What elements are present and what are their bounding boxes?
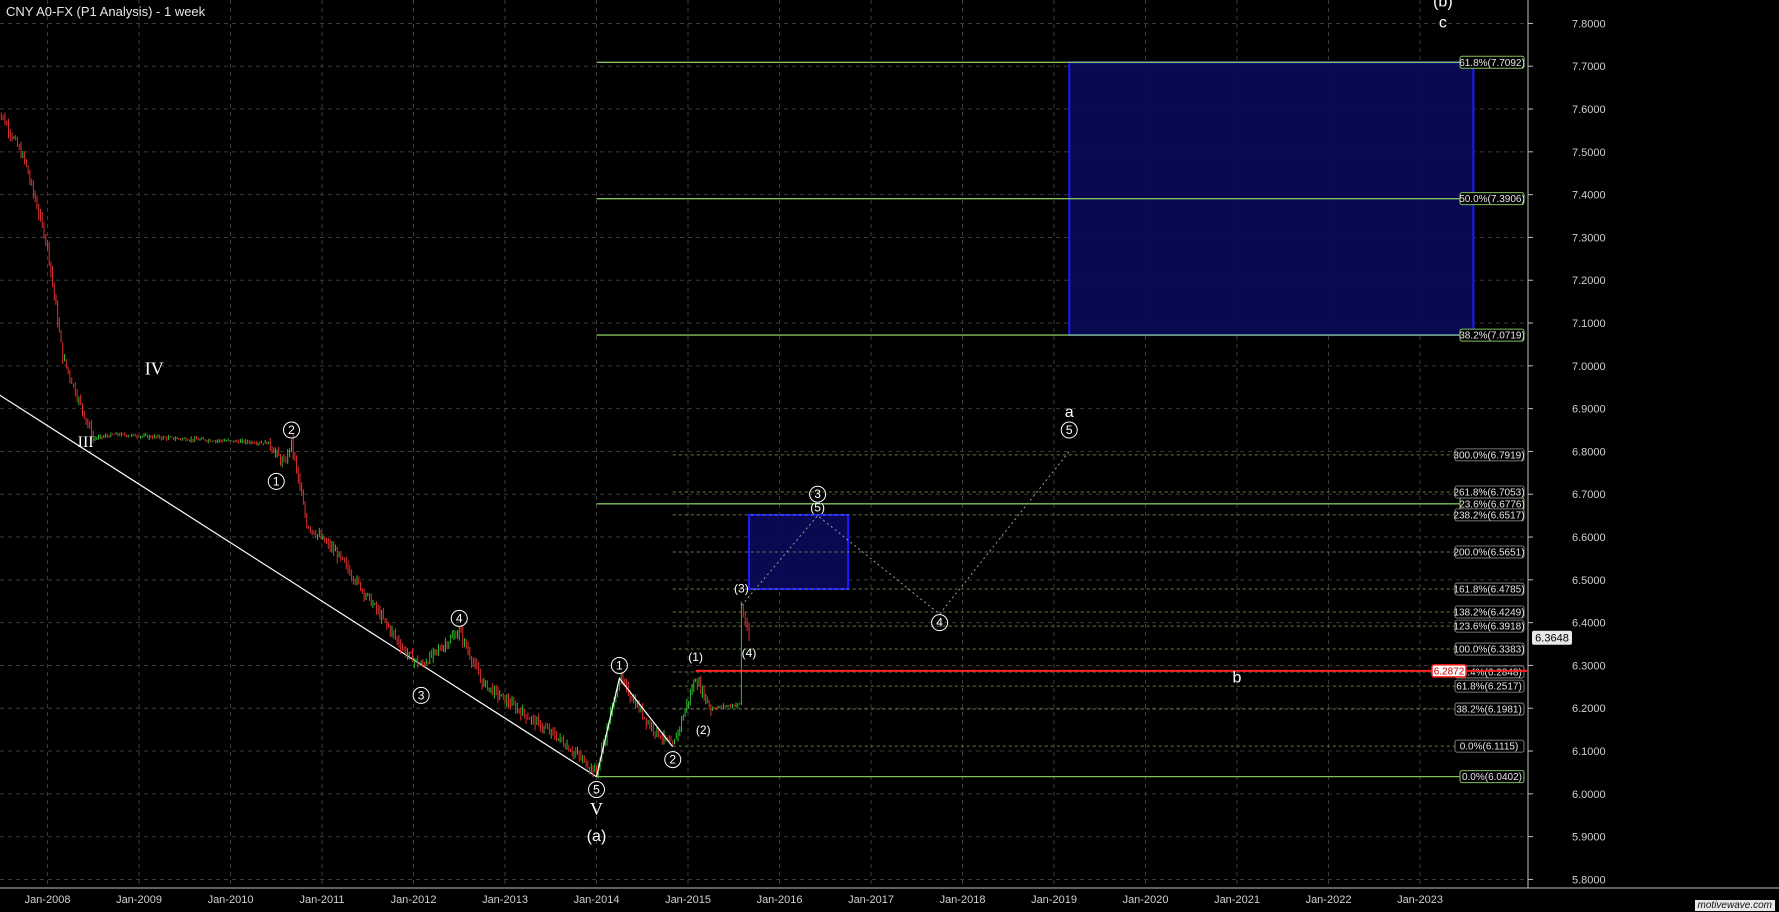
fib-projection-text: 261.8%(6.7053) xyxy=(1453,487,1524,498)
y-tick-label: 6.7000 xyxy=(1572,489,1606,501)
x-tick-label: Jan-2010 xyxy=(208,894,254,906)
wave-label-number: 2 xyxy=(288,423,295,437)
wave-label: IV xyxy=(145,358,164,378)
wave-label-number: 3 xyxy=(814,487,821,501)
wave-label: c xyxy=(1439,15,1447,32)
fib-projection-label: 61.8%(6.2517) xyxy=(1454,679,1525,693)
fib-projection-label: 238.2%(6.6517) xyxy=(1453,508,1525,521)
fib-projection-label: 100.0%(6.3383) xyxy=(1453,642,1525,656)
fib-projection-label: 200.0%(6.5651) xyxy=(1453,545,1525,558)
fib-projection-text: 238.2%(6.6517) xyxy=(1453,510,1524,521)
y-tick-label: 6.9000 xyxy=(1572,404,1606,416)
y-tick-label: 6.0000 xyxy=(1572,789,1606,801)
last-price-text: 6.3648 xyxy=(1535,633,1569,645)
wave-label: b xyxy=(1233,670,1242,687)
y-tick-label: 7.2000 xyxy=(1572,275,1606,287)
fib-level-text: 0.0%(6.0402) xyxy=(1462,772,1522,783)
x-tick-label: Jan-2023 xyxy=(1397,894,1443,906)
y-tick-label: 7.0000 xyxy=(1572,361,1606,373)
y-tick-label: 7.1000 xyxy=(1572,318,1606,330)
y-tick-label: 7.3000 xyxy=(1572,232,1606,244)
wave-label-number: 4 xyxy=(936,616,943,630)
fib-level-label: 61.8%(7.7092) xyxy=(1459,55,1525,69)
y-tick-label: 7.7000 xyxy=(1572,61,1606,73)
fib-projection-text: 300.0%(6.7919) xyxy=(1453,450,1524,461)
current-level-text: 6.2872 xyxy=(1434,666,1465,677)
y-tick-label: 5.8000 xyxy=(1572,874,1606,886)
fib-projection-text: 161.8%(6.4785) xyxy=(1453,585,1524,596)
x-tick-label: Jan-2011 xyxy=(299,894,344,906)
wave-label: (b) xyxy=(1433,0,1453,10)
watermark: motivewave.com xyxy=(1694,900,1775,911)
chart-title: CNY A0-FX (P1 Analysis) - 1 week xyxy=(6,4,206,19)
fib-level-label: 0.0%(6.0402) xyxy=(1459,770,1525,784)
y-tick-label: 6.5000 xyxy=(1572,575,1606,587)
last-price-tag: 6.3648 xyxy=(1532,630,1572,645)
wave-label-number: 2 xyxy=(669,753,676,767)
x-tick-label: Jan-2018 xyxy=(940,894,986,906)
fib-projection-label: 300.0%(6.7919) xyxy=(1453,448,1525,461)
y-tick-label: 6.3000 xyxy=(1572,660,1606,672)
y-tick-label: 6.8000 xyxy=(1572,446,1606,458)
fib-level-text: 50.0%(7.3906) xyxy=(1459,194,1525,205)
wave-label: (a) xyxy=(587,828,607,845)
wave-label: a xyxy=(1065,404,1074,421)
current-level-tag: 6.2872 xyxy=(1431,664,1467,678)
wave-label: III xyxy=(78,434,94,451)
x-tick-label: Jan-2008 xyxy=(25,894,71,906)
fib-projection-label: 138.2%(6.4249) xyxy=(1453,605,1525,618)
fib-projection-text: 100.0%(6.3383) xyxy=(1453,645,1524,656)
fib-level-label: 23.6%(6.6776) xyxy=(1459,497,1525,511)
wave-label-number: 3 xyxy=(418,688,425,702)
wave-label: (1) xyxy=(688,650,703,664)
fib-level-text: 61.8%(7.7092) xyxy=(1459,58,1525,69)
x-tick-label: Jan-2019 xyxy=(1031,894,1077,906)
fib-projection-text: 0.0%(6.1115) xyxy=(1460,742,1519,753)
fib-projection-label: 38.2%(6.1981) xyxy=(1454,702,1525,716)
y-tick-label: 7.8000 xyxy=(1572,18,1606,30)
y-tick-label: 7.4000 xyxy=(1572,190,1606,202)
x-tick-label: Jan-2015 xyxy=(665,894,711,906)
x-tick-label: Jan-2009 xyxy=(116,894,162,906)
fib-projection-label: 261.8%(6.7053) xyxy=(1453,485,1525,498)
x-tick-label: Jan-2020 xyxy=(1123,894,1169,906)
fib-projection-label: 161.8%(6.4785) xyxy=(1453,582,1525,596)
y-tick-label: 6.1000 xyxy=(1572,746,1606,758)
y-tick-label: 5.9000 xyxy=(1572,832,1606,844)
fib-projection-label: 123.6%(6.3918) xyxy=(1453,619,1525,633)
wave-label-number: 1 xyxy=(616,658,623,672)
x-tick-label: Jan-2022 xyxy=(1306,894,1352,906)
wave-label: (2) xyxy=(696,723,711,737)
fib-projection-label: 0.0%(6.1115) xyxy=(1454,739,1525,753)
wave-label-number: 5 xyxy=(593,783,600,797)
x-tick-label: Jan-2014 xyxy=(574,894,620,906)
fib-projection-text: 61.8%(6.2517) xyxy=(1456,682,1522,693)
fib-projection-text: 38.2%(6.1981) xyxy=(1456,705,1522,716)
x-tick-label: Jan-2016 xyxy=(757,894,803,906)
y-tick-label: 6.2000 xyxy=(1572,703,1606,715)
y-tick-label: 6.6000 xyxy=(1572,532,1606,544)
price-chart[interactable]: Jan-2008 Jan-2009 Jan-2010 Jan-2011 Jan-2012… xyxy=(0,0,1779,912)
wave-label-number: 4 xyxy=(456,611,463,625)
wave-label-number: 5 xyxy=(1066,423,1073,437)
fib-projection-text: 200.0%(6.5651) xyxy=(1453,547,1524,558)
fib-projection-text: 138.2%(6.4249) xyxy=(1453,607,1524,618)
x-tick-label: Jan-2013 xyxy=(482,894,528,906)
y-tick-label: 6.4000 xyxy=(1572,618,1606,630)
x-tick-label: Jan-2021 xyxy=(1214,894,1260,906)
fib-level-label: 50.0%(7.3906) xyxy=(1459,192,1525,206)
wave-label: V xyxy=(590,799,603,819)
chart-root: Jan-2008 Jan-2009 Jan-2010 Jan-2011 Jan-2012… xyxy=(0,0,1779,912)
fib-projection-text: 123.6%(6.3918) xyxy=(1453,622,1524,633)
y-tick-label: 7.5000 xyxy=(1572,147,1606,159)
wave-label: (3) xyxy=(734,582,749,596)
x-tick-label: Jan-2012 xyxy=(391,894,437,906)
x-tick-label: Jan-2017 xyxy=(848,894,894,906)
fib-level-label: 38.2%(7.0719) xyxy=(1459,328,1525,342)
wave-label: (4) xyxy=(742,646,757,660)
y-tick-label: 7.6000 xyxy=(1572,104,1606,116)
fib-level-text: 38.2%(7.0719) xyxy=(1459,331,1525,342)
wave-label-number: 1 xyxy=(273,474,280,488)
